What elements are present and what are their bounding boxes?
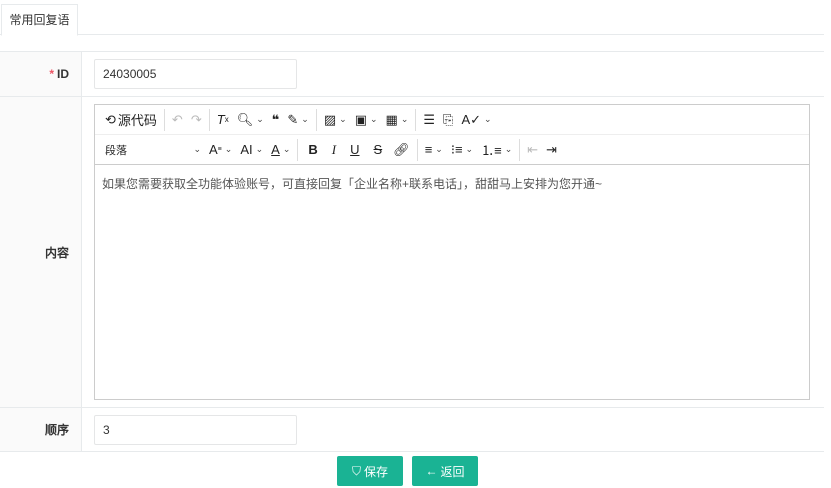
redo-button[interactable]: ↷ xyxy=(187,108,206,132)
order-input[interactable]: 3 xyxy=(94,415,297,445)
id-label: * ID xyxy=(0,52,82,96)
font-size-icon[interactable]: A ≡ ⌄ xyxy=(205,138,236,162)
source-code-icon: ⟲ xyxy=(105,111,116,127)
spellcheck-icon[interactable]: A✓ ⌄ xyxy=(457,108,495,132)
import-word-icon[interactable]: ⎘ xyxy=(439,108,457,132)
numbered-list-icon[interactable]: ⒈≡ ⌄ xyxy=(477,138,516,162)
align-icon[interactable]: ≡ ⌄ xyxy=(421,138,447,162)
content-row: 内容 ⟲ 源代码 ↶ ↷ Tx 🔍︎ ⌄ ❝ ✎ ⌄ ▨ ⌄ ▣ ⌄ ▦ ⌄ ☰… xyxy=(0,97,824,408)
tab-common-replies[interactable]: 常用回复语 xyxy=(1,4,78,36)
video-icon[interactable]: ▣ ⌄ xyxy=(351,108,382,132)
font-color-icon[interactable]: A ⌄ xyxy=(267,138,294,162)
rich-text-editor: ⟲ 源代码 ↶ ↷ Tx 🔍︎ ⌄ ❝ ✎ ⌄ ▨ ⌄ ▣ ⌄ ▦ ⌄ ☰ ⎘ A xyxy=(94,104,810,400)
highlight-icon[interactable]: ✎ ⌄ xyxy=(283,108,312,132)
back-button[interactable]: ← 返回 xyxy=(412,456,478,486)
shield-check-icon: ⛉ xyxy=(351,463,361,478)
link-icon[interactable]: 🔗︎ xyxy=(389,138,414,162)
editor-toolbar-row-2: 段落 ⌄ A ≡ ⌄ AI ⌄ A ⌄ B I U S 🔗︎ ≡ ⌄ ⁝≡ ⌄ ⒈≡ ⌄ ⇤ xyxy=(95,135,809,165)
bullet-list-icon[interactable]: ⁝≡ ⌄ xyxy=(447,138,477,162)
source-code-button[interactable]: ⟲ 源代码 xyxy=(101,108,161,132)
arrow-left-icon: ← xyxy=(425,464,438,478)
strikethrough-icon[interactable]: S xyxy=(367,138,390,162)
content-label: 内容 xyxy=(0,97,82,407)
italic-icon[interactable]: I xyxy=(325,138,343,162)
required-marker: * xyxy=(49,67,54,81)
bold-icon[interactable]: B xyxy=(301,138,324,162)
undo-button[interactable]: ↶ xyxy=(168,108,187,132)
find-replace-icon[interactable]: 🔍︎ ⌄ xyxy=(233,108,268,132)
page-break-icon[interactable]: ☰ xyxy=(419,108,439,132)
blockquote-icon[interactable]: ❝ xyxy=(268,108,284,132)
order-label: 顺序 xyxy=(0,408,82,451)
id-row: * ID 24030005 xyxy=(0,52,824,97)
editor-toolbar-row-1: ⟲ 源代码 ↶ ↷ Tx 🔍︎ ⌄ ❝ ✎ ⌄ ▨ ⌄ ▣ ⌄ ▦ ⌄ ☰ ⎘ A xyxy=(95,105,809,135)
id-label-text: ID xyxy=(57,67,69,81)
reply-form: * ID 24030005 内容 ⟲ 源代码 ↶ ↷ Tx 🔍︎ ⌄ ❝ ✎ ⌄ ▨ ⌄ … xyxy=(0,51,824,452)
tab-bar: 常用回复语 xyxy=(0,0,824,36)
letter-spacing-icon[interactable]: AI ⌄ xyxy=(236,138,267,162)
block-format-select[interactable]: 段落 ⌄ xyxy=(101,138,205,162)
id-input[interactable]: 24030005 xyxy=(94,59,297,89)
underline-icon[interactable]: U xyxy=(343,138,366,162)
editor-content[interactable]: 如果您需要获取全功能体验账号，可直接回复「企业名称+联系电话」，甜甜马上安排为您… xyxy=(95,165,809,202)
indent-icon[interactable]: ⇥ xyxy=(542,138,561,162)
table-icon[interactable]: ▦ ⌄ xyxy=(382,108,413,132)
order-row: 顺序 3 xyxy=(0,408,824,452)
clear-format-icon[interactable]: Tx xyxy=(213,108,233,132)
save-button[interactable]: ⛉ 保存 xyxy=(337,456,403,486)
image-icon[interactable]: ▨ ⌄ xyxy=(320,108,351,132)
outdent-icon[interactable]: ⇤ xyxy=(523,138,542,162)
